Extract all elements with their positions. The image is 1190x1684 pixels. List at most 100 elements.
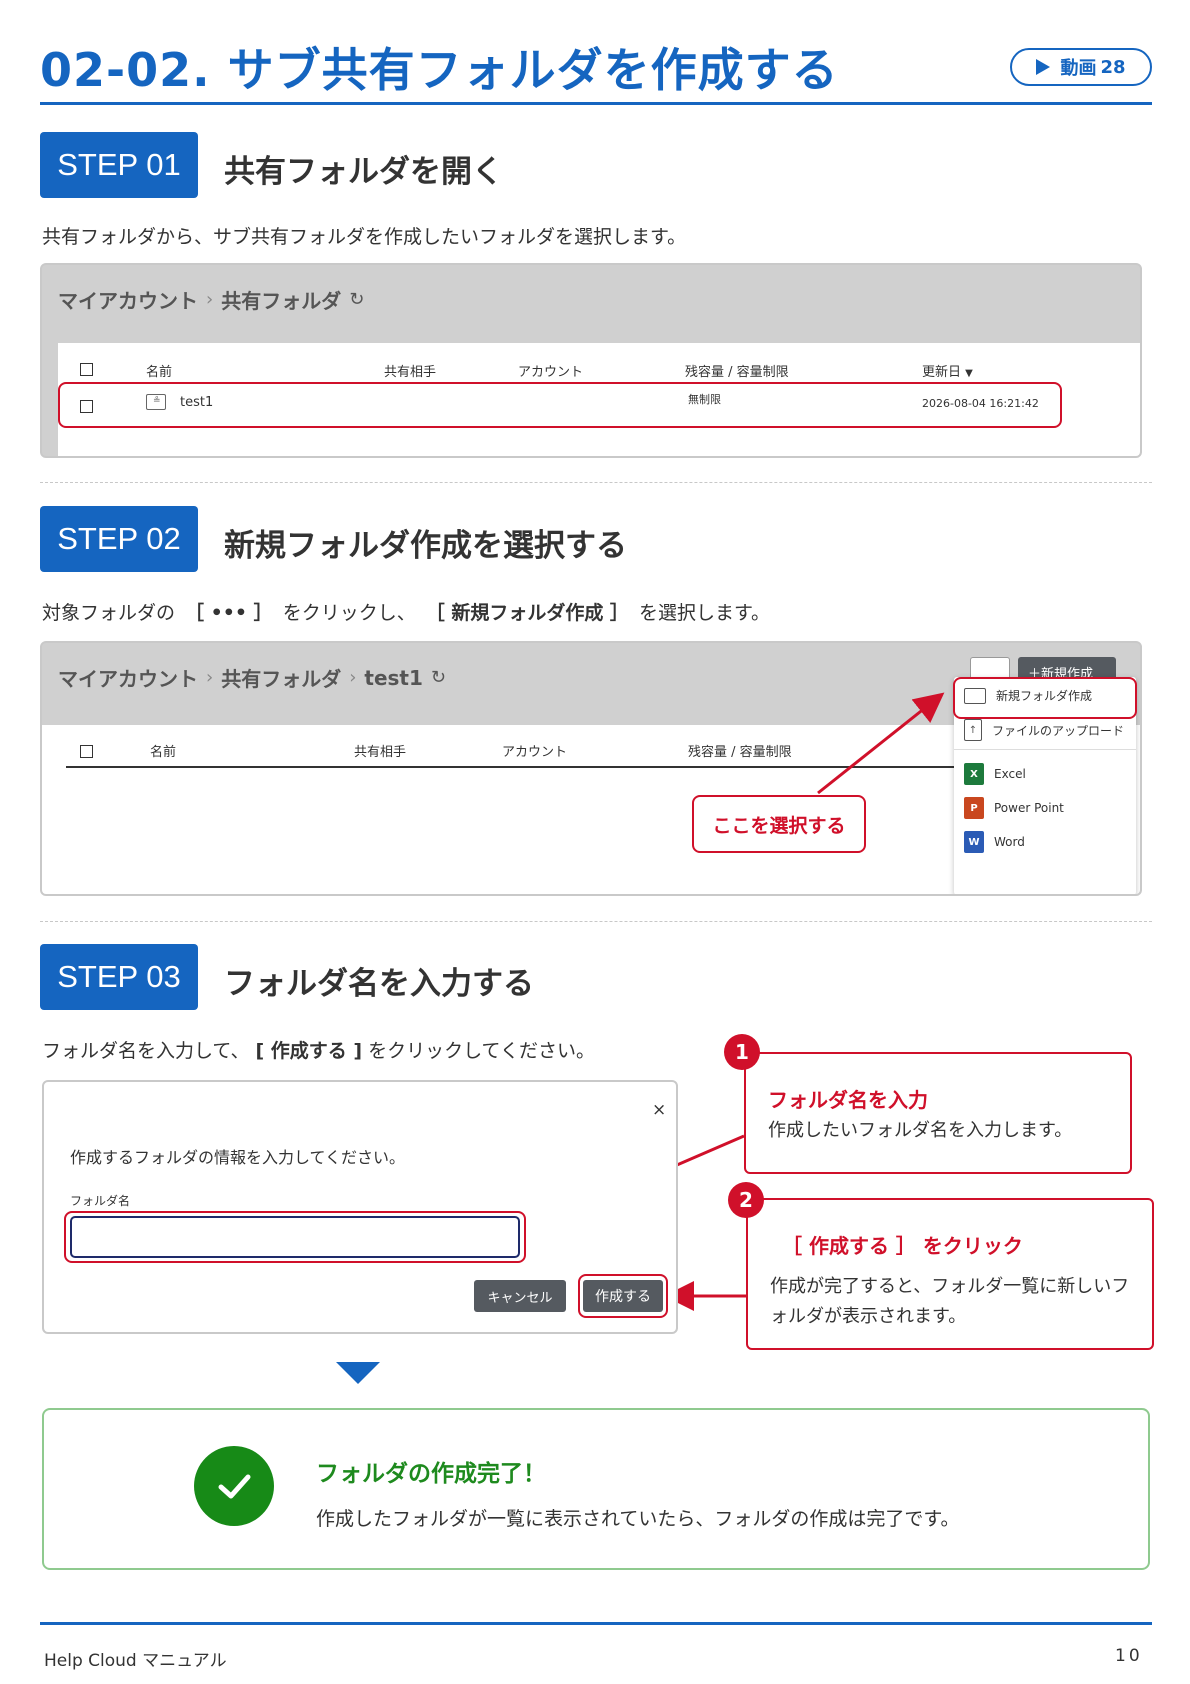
step-01-badge: STEP 01 (40, 132, 198, 198)
step-02-desc-dots: ［ ••• ］ (185, 602, 273, 624)
page-title: 02-02. サブ共有フォルダを作成する (40, 43, 839, 97)
step-03-desc-pre: フォルダ名を入力して、 (42, 1040, 250, 1062)
column-shared-with[interactable]: 共有相手 (354, 741, 406, 760)
folder-name-input[interactable] (70, 1216, 520, 1258)
refresh-icon[interactable]: ↻ (349, 289, 364, 310)
note-1-body: 作成したいフォルダ名を入力します。 (768, 1120, 1073, 1141)
folder-icon (964, 687, 986, 704)
menu-item-powerpoint[interactable]: P Power Point (964, 797, 1064, 819)
column-name[interactable]: 名前 (146, 361, 172, 380)
column-account[interactable]: アカウント (502, 741, 567, 760)
step-02-title: 新規フォルダ作成を選択する (224, 528, 627, 564)
create-folder-dialog: × 作成するフォルダの情報を入力してください。 フォルダ名 キャンセル 作成する (42, 1080, 678, 1334)
close-icon[interactable]: × (652, 1100, 666, 1120)
step-01-screenshot: マイアカウント › 共有フォルダ ↻ 名前 共有相手 アカウント 残容量 / 容… (40, 263, 1142, 458)
powerpoint-icon: P (964, 797, 984, 819)
step-03-title: フォルダ名を入力する (224, 966, 534, 1002)
step-03-badge: STEP 03 (40, 944, 198, 1010)
header-rule (40, 102, 1152, 105)
page-number: 10 (1115, 1646, 1143, 1666)
column-capacity[interactable]: 残容量 / 容量制限 (685, 361, 789, 380)
note-1-title: フォルダ名を入力 (768, 1088, 928, 1112)
menu-item-word[interactable]: W Word (964, 831, 1025, 853)
down-arrow-icon (336, 1362, 380, 1384)
completion-box: フォルダの作成完了！ 作成したフォルダが一覧に表示されていたら、フォルダの作成は… (42, 1408, 1150, 1570)
column-capacity[interactable]: 残容量 / 容量制限 (688, 741, 792, 760)
step-03-description: フォルダ名を入力して、 [ 作成する ] をクリックしてください。 (42, 1036, 595, 1063)
note-2-title: ［ 作成する ］ をクリック (782, 1234, 1023, 1258)
note-2-number: 2 (728, 1182, 764, 1218)
header-divider (66, 766, 956, 768)
step-02-desc-bold: ［ 新規フォルダ作成 ］ (425, 602, 629, 624)
note-2-body: 作成が完了すると、フォルダ一覧に新しいフォルダが表示されます。 (770, 1276, 1130, 1327)
menu-item-excel-label: Excel (994, 767, 1026, 781)
breadcrumb-shared-folder[interactable]: 共有フォルダ (221, 285, 341, 314)
menu-item-new-folder-label: 新規フォルダ作成 (996, 689, 1093, 703)
sort-desc-icon: ▼ (965, 368, 973, 379)
completion-title: フォルダの作成完了！ (316, 1461, 546, 1487)
breadcrumb-my-account[interactable]: マイアカウント (58, 285, 198, 314)
chevron-right-icon: › (349, 667, 357, 688)
column-updated-label: 更新日 (922, 365, 962, 380)
row-capacity: 無制限 (688, 393, 721, 406)
step-02-desc-post: を選択します。 (638, 602, 771, 624)
chevron-right-icon: › (206, 289, 214, 310)
step-02-description: 対象フォルダの ［ ••• ］ をクリックし、 ［ 新規フォルダ作成 ］ を選択… (42, 598, 770, 625)
select-here-callout: ここを選択する (692, 795, 866, 853)
completion-body: 作成したフォルダが一覧に表示されていたら、フォルダの作成は完了です。 (316, 1508, 960, 1530)
menu-item-powerpoint-label: Power Point (994, 801, 1064, 815)
note-2-box: ［ 作成する ］ をクリック 作成が完了すると、フォルダ一覧に新しいフォルダが表… (746, 1198, 1154, 1350)
select-all-checkbox[interactable] (80, 745, 93, 758)
step-01-title: 共有フォルダを開く (224, 154, 503, 190)
menu-item-upload[interactable]: ↑ ファイルのアップロード (964, 719, 1124, 741)
file-table: 名前 共有相手 アカウント 残容量 / 容量制限 更新日 ▼ ≗ test1 無… (58, 343, 1140, 456)
word-icon: W (964, 831, 984, 853)
column-shared-with[interactable]: 共有相手 (384, 361, 436, 380)
section-divider (40, 921, 1152, 922)
cancel-button[interactable]: キャンセル (474, 1280, 566, 1312)
column-account[interactable]: アカウント (518, 361, 583, 380)
menu-item-word-label: Word (994, 835, 1025, 849)
breadcrumb: マイアカウント › 共有フォルダ ↻ (58, 285, 364, 314)
folder-name-label: フォルダ名 (70, 1194, 131, 1208)
step-01-description: 共有フォルダから、サブ共有フォルダを作成したいフォルダを選択します。 (42, 226, 687, 248)
menu-item-upload-label: ファイルのアップロード (992, 723, 1125, 738)
footer-manual-title: Help Cloud マニュアル (44, 1651, 227, 1671)
breadcrumb: マイアカウント › 共有フォルダ › test1 ↻ (58, 663, 446, 692)
breadcrumb-shared-folder[interactable]: 共有フォルダ (221, 663, 341, 692)
dialog-message: 作成するフォルダの情報を入力してください。 (70, 1148, 406, 1167)
video-number: 28 (1100, 56, 1126, 78)
note-1-number: 1 (724, 1034, 760, 1070)
video-badge[interactable]: 動画 28 (1010, 48, 1152, 86)
step-03-desc-bold: [ 作成する ] (255, 1040, 363, 1062)
step-03-desc-post: をクリックしてください。 (368, 1040, 595, 1062)
row-checkbox[interactable] (80, 400, 93, 413)
column-name[interactable]: 名前 (150, 741, 176, 760)
create-button[interactable]: 作成する (583, 1280, 663, 1312)
step-02-screenshot: マイアカウント › 共有フォルダ › test1 ↻ ＋新規作成 名前 共有相手… (40, 641, 1142, 896)
step-02-desc-pre: 対象フォルダの (42, 602, 176, 624)
chevron-right-icon: › (206, 667, 214, 688)
select-all-checkbox[interactable] (80, 363, 93, 376)
column-updated[interactable]: 更新日 ▼ (922, 361, 973, 380)
create-menu: 新規フォルダ作成 ↑ ファイルのアップロード X Excel P Power P… (953, 677, 1137, 894)
video-label: 動画 (1060, 58, 1097, 79)
menu-item-excel[interactable]: X Excel (964, 763, 1026, 785)
menu-divider (954, 749, 1136, 750)
menu-item-new-folder[interactable]: 新規フォルダ作成 (964, 687, 1092, 704)
breadcrumb-my-account[interactable]: マイアカウント (58, 663, 198, 692)
footer-rule (40, 1622, 1152, 1625)
breadcrumb-test1[interactable]: test1 (364, 666, 423, 690)
step-02-desc-mid: をクリックし、 (282, 602, 416, 624)
play-icon (1036, 59, 1051, 75)
check-circle-icon (194, 1446, 274, 1526)
checkmark-icon (218, 1474, 251, 1499)
excel-icon: X (964, 763, 984, 785)
refresh-icon[interactable]: ↻ (431, 667, 446, 688)
row-updated: 2026-08-04 16:21:42 (922, 397, 1039, 410)
upload-file-icon: ↑ (964, 719, 982, 741)
row-folder-name[interactable]: test1 (180, 395, 213, 410)
section-divider (40, 482, 1152, 483)
note-1-box: フォルダ名を入力 作成したいフォルダ名を入力します。 (744, 1052, 1132, 1174)
step-02-badge: STEP 02 (40, 506, 198, 572)
